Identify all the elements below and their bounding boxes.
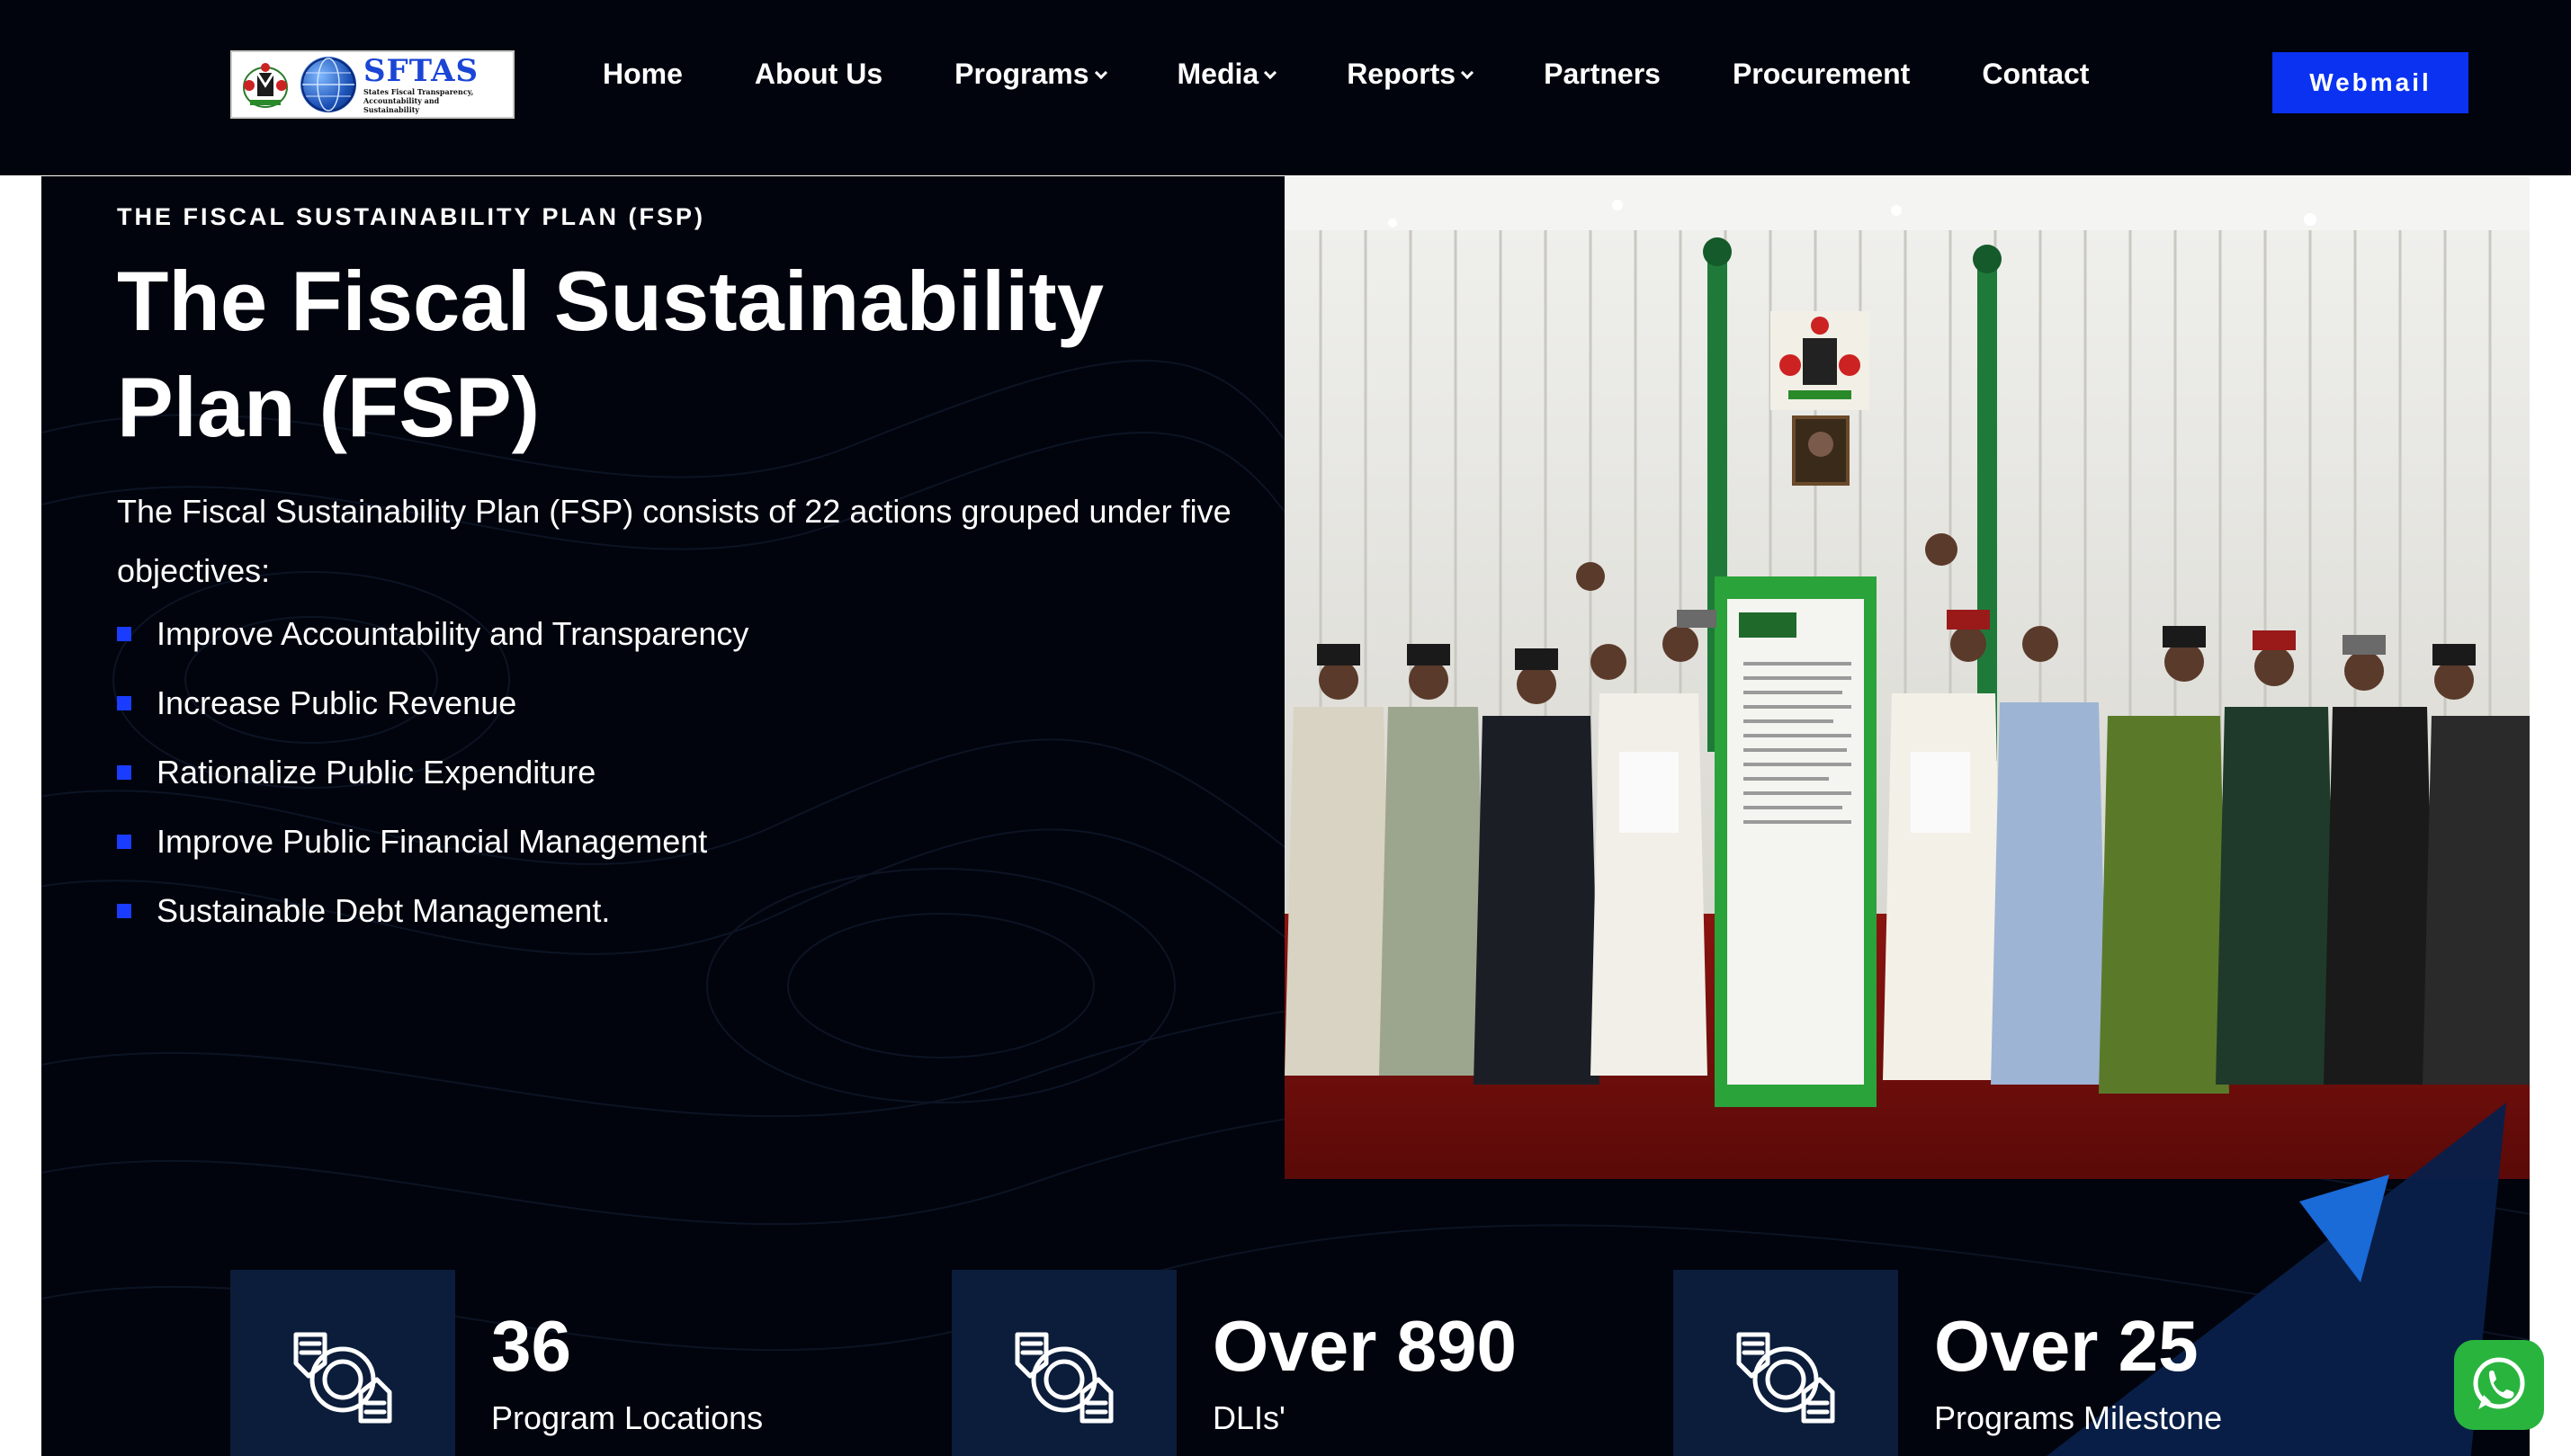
- coat-of-arms-icon: [237, 57, 293, 112]
- nav-item-programs[interactable]: Programs: [954, 58, 1107, 91]
- section-kicker: THE FISCAL SUSTAINABILITY PLAN (FSP): [117, 203, 706, 230]
- globe-icon: [300, 57, 356, 112]
- nav-item-media[interactable]: Media: [1177, 58, 1277, 91]
- stat-label: DLIs': [1213, 1399, 1286, 1436]
- objective-text: Improve Accountability and Transparency: [157, 614, 749, 652]
- event-photo: [1285, 176, 2530, 1179]
- nav-item-procurement[interactable]: Procurement: [1733, 58, 1910, 91]
- stat-programs-milestone: Over 25 Programs Milestone: [1673, 1270, 2222, 1456]
- chevron-down-icon: [1094, 66, 1107, 79]
- stat-value: Over 890: [1213, 1306, 1518, 1386]
- nav-item-partners[interactable]: Partners: [1544, 58, 1661, 91]
- webmail-button[interactable]: Webmail: [2272, 52, 2468, 113]
- objective-item: Sustainable Debt Management.: [117, 876, 748, 945]
- square-bullet-icon: [117, 834, 131, 849]
- objective-text: Rationalize Public Expenditure: [157, 753, 596, 791]
- objectives-list: Improve Accountability and Transparency …: [117, 599, 748, 945]
- site-header: SFTAS States Fiscal Transparency, Accoun…: [0, 0, 2571, 175]
- nav-label: Partners: [1544, 58, 1661, 90]
- square-bullet-icon: [117, 764, 131, 780]
- stat-value: Over 25: [1934, 1306, 2199, 1386]
- fsp-section: THE FISCAL SUSTAINABILITY PLAN (FSP) The…: [41, 176, 2530, 1456]
- square-bullet-icon: [117, 626, 131, 641]
- whatsapp-icon: [2473, 1357, 2525, 1409]
- hands-cycle-icon: [1736, 1332, 1835, 1424]
- stat-text: 36 Program Locations: [491, 1270, 763, 1456]
- main-nav: Home About Us Programs Media Reports Par…: [603, 58, 2161, 91]
- objective-text: Increase Public Revenue: [157, 683, 517, 721]
- logo-subtitle-line: Accountability and: [363, 96, 440, 105]
- logo-text: SFTAS States Fiscal Transparency, Accoun…: [363, 55, 479, 114]
- stat-icon-box: [952, 1270, 1177, 1456]
- nav-item-reports[interactable]: Reports: [1347, 58, 1474, 91]
- square-bullet-icon: [117, 903, 131, 918]
- logo-title: SFTAS: [363, 53, 479, 89]
- logo-subtitle-line: States Fiscal Transparency,: [363, 87, 474, 96]
- nav-item-contact[interactable]: Contact: [1982, 58, 2089, 91]
- stat-value: 36: [491, 1306, 571, 1386]
- nav-item-about-us[interactable]: About Us: [755, 58, 882, 91]
- site-logo[interactable]: SFTAS States Fiscal Transparency, Accoun…: [230, 50, 515, 119]
- whatsapp-button[interactable]: [2454, 1340, 2544, 1430]
- stat-label: Program Locations: [491, 1399, 764, 1436]
- stat-icon-box: [230, 1270, 455, 1456]
- stat-text: Over 890 DLIs': [1213, 1270, 1517, 1456]
- chevron-down-icon: [1461, 66, 1474, 79]
- logo-subtitle-line: Sustainability: [363, 105, 420, 114]
- objective-item: Increase Public Revenue: [117, 668, 748, 737]
- page: SFTAS States Fiscal Transparency, Accoun…: [0, 0, 2571, 1456]
- stat-program-locations: 36 Program Locations: [230, 1270, 763, 1456]
- objective-text: Sustainable Debt Management.: [157, 891, 611, 929]
- nav-label: Media: [1177, 58, 1259, 90]
- objective-item: Improve Public Financial Management: [117, 807, 748, 876]
- intro-paragraph: The Fiscal Sustainability Plan (FSP) con…: [117, 493, 1232, 589]
- nav-item-home[interactable]: Home: [603, 58, 683, 91]
- stat-dlis: Over 890 DLIs': [952, 1270, 1517, 1456]
- nav-label: Home: [603, 58, 683, 90]
- nav-label: Programs: [954, 58, 1089, 90]
- square-bullet-icon: [117, 695, 131, 710]
- objective-item: Improve Accountability and Transparency: [117, 599, 748, 668]
- nav-label: About Us: [754, 58, 883, 90]
- objective-item: Rationalize Public Expenditure: [117, 737, 748, 807]
- nav-label: Contact: [1982, 58, 2090, 90]
- stat-text: Over 25 Programs Milestone: [1934, 1270, 2222, 1456]
- chevron-down-icon: [1264, 66, 1277, 79]
- hands-cycle-icon: [1015, 1332, 1114, 1424]
- nav-label: Procurement: [1732, 58, 1911, 90]
- page-title: The Fiscal Sustainability Plan (FSP): [117, 254, 1104, 454]
- stat-icon-box: [1673, 1270, 1898, 1456]
- hands-cycle-icon: [293, 1332, 392, 1424]
- stat-label: Programs Milestone: [1934, 1399, 2223, 1436]
- nav-label: Reports: [1347, 58, 1456, 90]
- objective-text: Improve Public Financial Management: [157, 822, 708, 860]
